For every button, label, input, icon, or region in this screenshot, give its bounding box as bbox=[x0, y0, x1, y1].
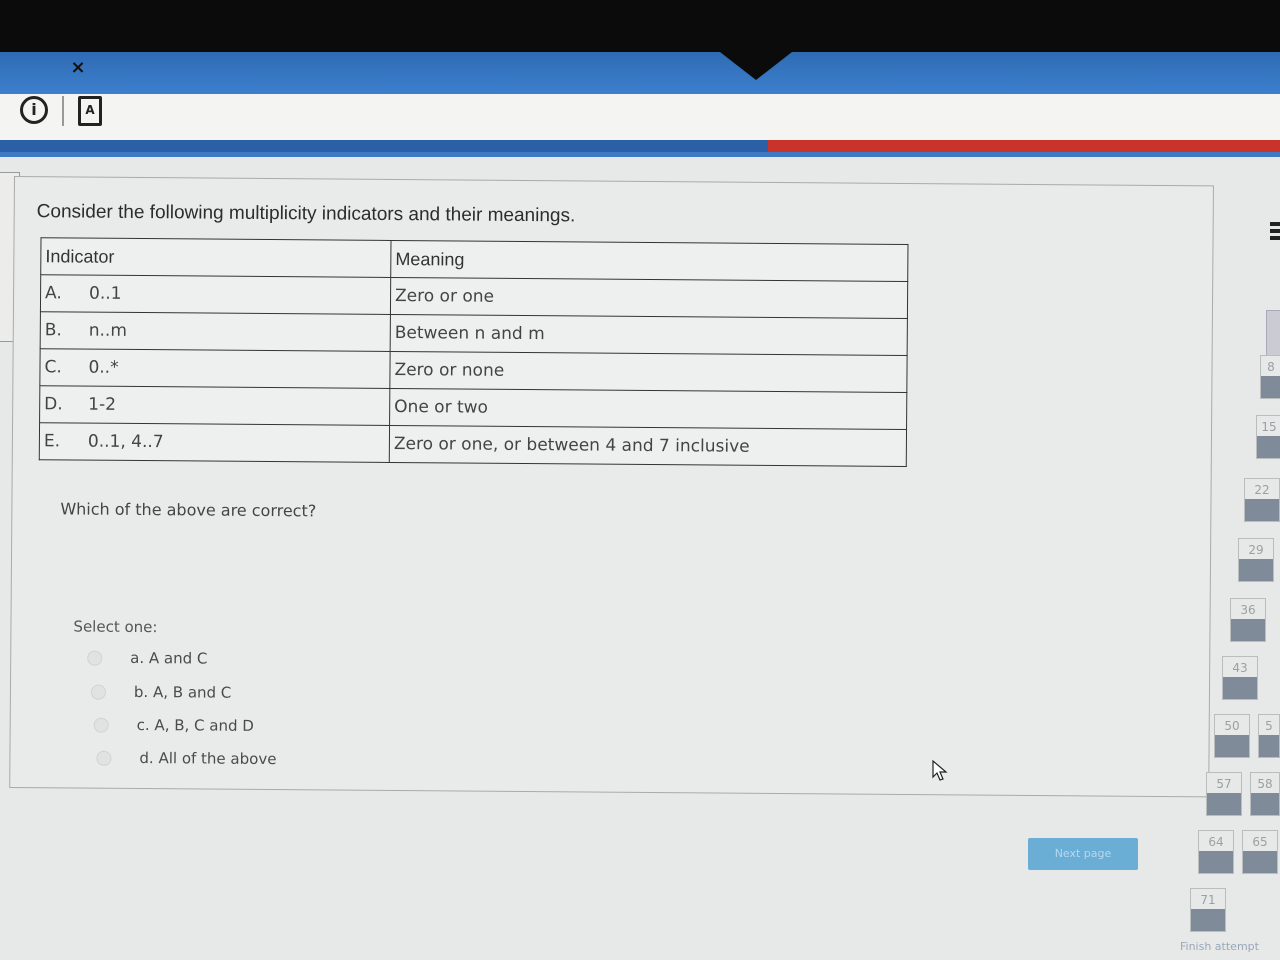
quiz-nav-tile[interactable]: 71 bbox=[1190, 888, 1226, 932]
quiz-nav-tile[interactable]: 22 bbox=[1244, 478, 1280, 522]
quiz-nav-tile[interactable]: 50 bbox=[1214, 714, 1250, 758]
indicator-cell: A. 0..1 bbox=[40, 274, 391, 315]
close-icon[interactable]: × bbox=[68, 58, 88, 78]
indicator-cell: D. 1-2 bbox=[39, 385, 390, 426]
option-label: b. A, B and C bbox=[133, 682, 232, 702]
finish-attempt-link[interactable]: Finish attempt bbox=[1180, 940, 1259, 953]
indicator-value: 1-2 bbox=[88, 394, 117, 415]
row-letter: B. bbox=[44, 320, 62, 341]
screen-bezel bbox=[0, 0, 1280, 52]
radio-button[interactable] bbox=[96, 750, 112, 766]
indicator-value: n..m bbox=[88, 320, 128, 341]
row-letter: C. bbox=[44, 357, 62, 378]
meaning-cell: Between n and m bbox=[390, 314, 908, 356]
toolbar-divider bbox=[62, 96, 64, 126]
header-indicator: Indicator bbox=[40, 237, 392, 278]
meaning-cell: Zero or one, or between 4 and 7 inclusiv… bbox=[389, 425, 907, 467]
next-page-button[interactable]: Next page bbox=[1028, 838, 1138, 870]
webcam-notch bbox=[720, 52, 792, 80]
option-label: a. A and C bbox=[130, 648, 208, 668]
question-card: Consider the following multiplicity indi… bbox=[9, 176, 1214, 798]
quiz-nav-tile[interactable]: 36 bbox=[1230, 598, 1266, 642]
quiz-nav-tile[interactable]: 15 bbox=[1256, 415, 1280, 459]
quiz-nav-tile[interactable]: 65 bbox=[1242, 830, 1278, 874]
row-letter: E. bbox=[43, 431, 61, 452]
quiz-nav-tile[interactable]: 43 bbox=[1222, 656, 1258, 700]
meaning-cell: One or two bbox=[389, 388, 907, 430]
pdf-document-icon[interactable]: A bbox=[78, 96, 102, 126]
radio-button[interactable] bbox=[93, 717, 109, 733]
table-row: E. 0..1, 4..7 Zero or one, or between 4 a… bbox=[39, 422, 907, 467]
meaning-cell: Zero or one bbox=[390, 277, 908, 319]
multiplicity-table: Indicator Meaning A. 0..1 Zero or one B. n… bbox=[38, 237, 909, 468]
quiz-nav-tile[interactable]: 8 bbox=[1260, 355, 1280, 399]
indicator-value: 0..* bbox=[88, 357, 119, 378]
quiz-nav-tile[interactable]: 5 bbox=[1258, 714, 1280, 758]
info-circle-icon[interactable]: i bbox=[20, 96, 48, 124]
quiz-nav-tile[interactable]: 58 bbox=[1250, 772, 1280, 816]
meaning-cell: Zero or none bbox=[389, 351, 908, 393]
mouse-cursor-icon bbox=[932, 760, 948, 781]
indicator-cell: C. 0..* bbox=[39, 348, 391, 389]
answer-option-b[interactable]: b. A, B and C bbox=[90, 680, 232, 705]
answer-option-c[interactable]: c. A, B, C and D bbox=[93, 713, 254, 738]
option-label: c. A, B, C and D bbox=[136, 715, 254, 735]
quiz-nav-tile[interactable]: 64 bbox=[1198, 830, 1234, 874]
quiz-navigation-panel: 8 15 22 29 36 43 50 5 57 58 64 65 71 bbox=[1180, 160, 1280, 960]
indicator-value: 0..1 bbox=[89, 283, 122, 304]
quiz-nav-tile[interactable]: 29 bbox=[1238, 538, 1274, 582]
answer-option-d[interactable]: d. All of the above bbox=[96, 746, 277, 771]
select-one-label: Select one: bbox=[73, 617, 158, 637]
window-title-bar bbox=[0, 52, 1280, 94]
header-accent-band bbox=[0, 140, 1280, 152]
indicator-value: 0..1, 4..7 bbox=[87, 431, 164, 453]
option-label: d. All of the above bbox=[139, 749, 277, 769]
question-prompt: Which of the above are correct? bbox=[60, 499, 317, 521]
toolbar bbox=[0, 94, 1280, 140]
answer-option-a[interactable]: a. A and C bbox=[87, 646, 208, 671]
question-intro: Consider the following multiplicity indi… bbox=[36, 201, 576, 227]
radio-button[interactable] bbox=[87, 650, 103, 666]
header-meaning: Meaning bbox=[390, 240, 908, 282]
radio-button[interactable] bbox=[90, 684, 107, 700]
indicator-cell: E. 0..1, 4..7 bbox=[39, 422, 390, 463]
quiz-nav-tile[interactable]: 57 bbox=[1206, 772, 1242, 816]
indicator-cell: B. n..m bbox=[40, 311, 391, 352]
row-letter: D. bbox=[44, 394, 63, 415]
header-accent-line bbox=[0, 152, 1280, 157]
row-letter: A. bbox=[45, 283, 62, 304]
